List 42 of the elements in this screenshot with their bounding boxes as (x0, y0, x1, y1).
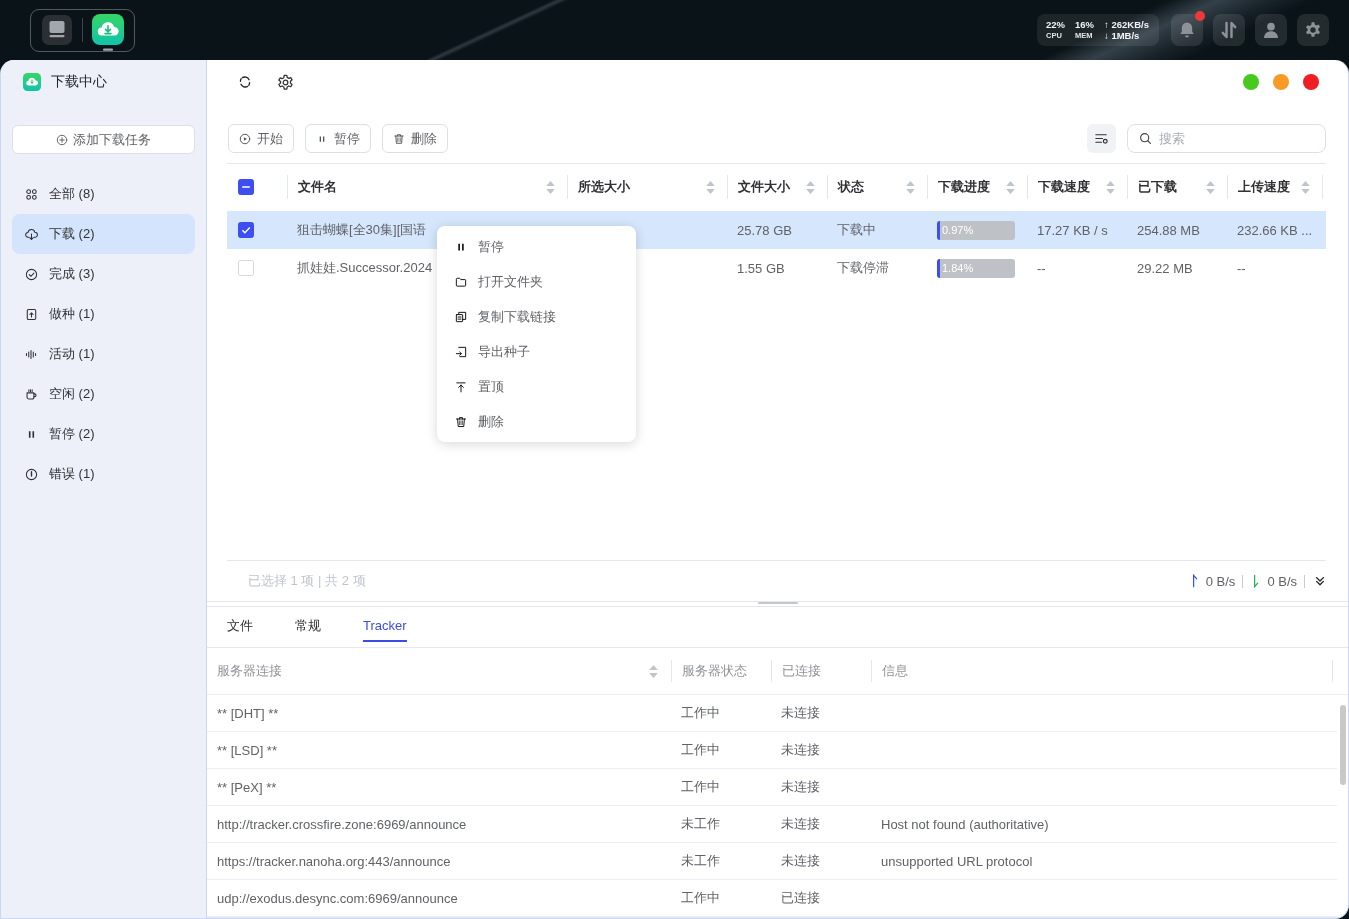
table-cell: udp://exodus.desync.com:6969/announce (217, 890, 458, 906)
table-cell: 抓娃娃.Successor.2024 (297, 260, 433, 275)
table-cell: 未连接 (781, 742, 820, 757)
table-cell: Host not found (authoritative) (881, 816, 1049, 832)
download-rate: ↓ 1MB/s (1104, 30, 1141, 41)
table-cell: 232.66 KB ... (1237, 222, 1313, 238)
table-cell: 工作中 (681, 742, 720, 757)
table-cell: 工作中 (681, 779, 720, 794)
table-cell: 已连接 (781, 890, 820, 905)
table-cell: unsupported URL protocol (881, 853, 1033, 869)
table-cell: ** [DHT] ** (217, 705, 279, 721)
stat-value: 22% (1046, 19, 1065, 30)
download-rate: 0 B/s (1267, 573, 1297, 589)
table-cell: 254.88 MB (1137, 222, 1200, 238)
table-cell: https://tracker.nanoha.org:443/announce (217, 853, 451, 869)
table-cell: 17.27 KB / s (1037, 222, 1108, 238)
table-cell: http://tracker.crossfire.zone:6969/announce (217, 816, 467, 832)
table-cell: 工作中 (681, 890, 720, 905)
table-cell: 未工作 (681, 853, 720, 868)
table-cell: 未连接 (781, 705, 820, 720)
table-cell: 1.55 GB (737, 260, 785, 276)
table-cell: 下载中 (837, 222, 876, 237)
stat-value: 16% (1075, 19, 1095, 30)
progress-text: 0.97% (941, 224, 974, 236)
selection-summary: 已选择 1 项 | 共 2 项 (248, 572, 366, 590)
table-cell: 工作中 (681, 705, 720, 720)
table-cell: -- (1237, 260, 1246, 276)
table-cell: 狙击蝴蝶[全30集][国语 (297, 222, 427, 237)
table-cell: 未连接 (781, 853, 820, 868)
table-cell: -- (1037, 260, 1046, 276)
app-title: 下载中心 (51, 73, 107, 91)
table-cell: 未工作 (681, 816, 720, 831)
table-cell: 29.22 MB (1137, 260, 1193, 276)
upload-rate: 0 B/s (1205, 573, 1236, 589)
table-cell: ** [LSD] ** (217, 742, 277, 758)
table-cell: ** [PeX] ** (217, 779, 277, 795)
table-cell: 25.78 GB (737, 222, 792, 238)
table-cell: 未连接 (781, 779, 820, 794)
table-cell: 未连接 (781, 816, 820, 831)
upload-rate: ↑ 262KB/s (1104, 19, 1149, 30)
table-cell: 下载停滞 (837, 260, 889, 275)
progress-text: 1.84% (941, 262, 974, 274)
